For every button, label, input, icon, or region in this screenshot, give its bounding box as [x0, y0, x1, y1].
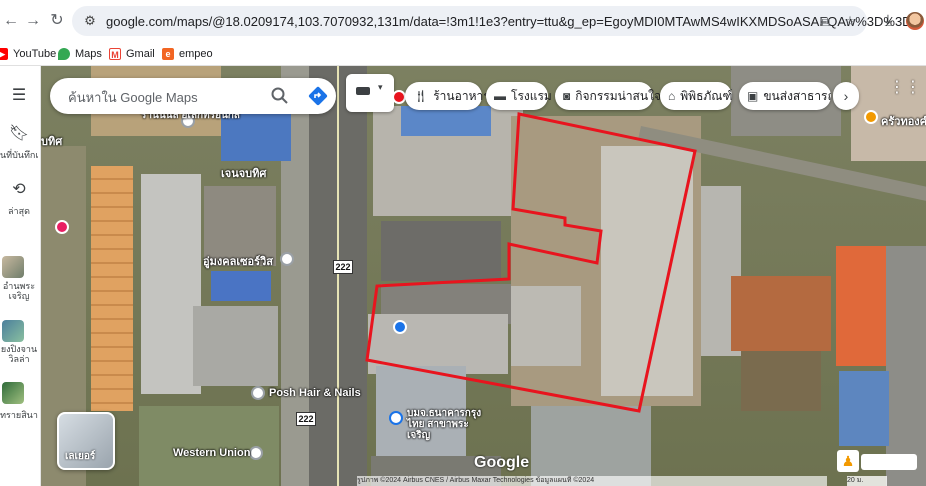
bookmark-empeo[interactable]: e empeo	[162, 46, 213, 62]
museum-icon: ⌂	[668, 89, 676, 103]
poi-label[interactable]: Posh Hair & Nails	[269, 387, 361, 399]
chip-label: กิจกรรมน่าสนใจ	[575, 88, 661, 103]
bookmark-label: Gmail	[126, 48, 155, 60]
chip-label: พิพิธภัณฑ์	[680, 88, 733, 103]
bookmark-maps[interactable]: Maps	[58, 46, 102, 62]
recent-place-label[interactable]: ทรายสินา	[0, 408, 38, 422]
google-logo: Google	[474, 454, 530, 471]
restaurant-icon: 🍴︎	[413, 89, 429, 103]
map-canvas[interactable]: ร้านนีนิล อิเล็กทรอนิกส์ เจนจบทิศ บทิศ อ…	[41, 66, 926, 486]
directions-icon[interactable]	[307, 85, 329, 107]
selected-place-marker[interactable]	[392, 90, 406, 104]
bookmark-icon[interactable]: 🔖︎	[7, 124, 31, 144]
camera-icon: ◙	[563, 89, 571, 103]
recent-place-label[interactable]: อำนพระเจริญ	[0, 281, 38, 301]
chevron-right-icon[interactable]: ›	[833, 82, 859, 110]
bookmark-label: Maps	[75, 48, 102, 60]
chip-label: ขนส่งสาธารณะ	[763, 88, 831, 103]
attribution: รูปภาพ ©2024 Airbus CNES / Airbus Maxar …	[357, 476, 827, 486]
browser-toolbar: ← → ↻ ⚙ google.com/maps/@18.0209174,103.…	[0, 0, 926, 43]
address-bar[interactable]: ⚙ google.com/maps/@18.0209174,103.707093…	[72, 6, 912, 36]
poi-marker[interactable]	[280, 252, 294, 266]
property-boundary	[365, 112, 697, 413]
bookmark-gmail[interactable]: M Gmail	[109, 46, 155, 62]
poi-label[interactable]: Western Union	[173, 447, 250, 459]
forward-arrow-icon[interactable]: →	[22, 10, 44, 32]
pegman-icon[interactable]: ♟	[837, 450, 859, 472]
search-box[interactable]	[50, 78, 336, 114]
bookmark-label: YouTube	[13, 48, 57, 60]
back-arrow-icon[interactable]: ←	[0, 10, 22, 32]
install-app-icon[interactable]: ⧉	[816, 12, 834, 30]
chip-museums[interactable]: ⌂ พิพิธภัณฑ์	[660, 82, 732, 110]
recent-place-thumb[interactable]	[2, 382, 24, 404]
map-type-toggle[interactable]: ▾	[346, 74, 394, 112]
reload-icon[interactable]: ↻	[46, 10, 68, 32]
saved-label[interactable]: นที่บันทึกแล้ว	[0, 148, 38, 162]
layers-label: เลเยอร์	[65, 451, 96, 462]
hotel-icon: ▬	[494, 89, 506, 103]
road-shield-222: 222	[333, 260, 353, 274]
bookmark-star-icon[interactable]: ☆	[841, 12, 859, 30]
transit-icon: ▣	[747, 89, 759, 103]
poi-label[interactable]: บทิศ	[41, 132, 62, 150]
lock-marker-icon[interactable]	[393, 320, 407, 334]
road-shield-222: 222	[296, 412, 316, 426]
poi-label[interactable]: บมจ.ธนาคารกรุงไทย สาขาพระเจริญ	[407, 408, 487, 441]
shop-marker-icon[interactable]	[55, 220, 69, 234]
restaurant-marker[interactable]	[864, 110, 878, 124]
imagery-preview[interactable]	[861, 454, 917, 470]
menu-icon[interactable]: ☰	[7, 86, 31, 106]
chip-label: ร้านอาหาร	[433, 88, 490, 103]
empeo-icon: e	[162, 48, 174, 60]
chip-hotels[interactable]: ▬ โรงแรม	[486, 82, 552, 110]
youtube-icon: ▶	[0, 48, 8, 60]
url-text[interactable]: google.com/maps/@18.0209174,103.7070932,…	[106, 14, 912, 29]
chip-things-to-do[interactable]: ◙ กิจกรรมน่าสนใจ	[555, 82, 661, 110]
bookmarks-bar: ▶ YouTube Maps M Gmail e empeo	[0, 43, 926, 66]
poi-marker[interactable]	[251, 386, 265, 400]
profile-avatar[interactable]	[906, 12, 924, 30]
search-icon[interactable]	[270, 86, 290, 106]
bookmark-label: empeo	[179, 48, 213, 60]
chip-label: โรงแรม	[511, 88, 552, 103]
bank-marker[interactable]	[389, 411, 403, 425]
bookmark-youtube[interactable]: ▶ YouTube	[0, 46, 56, 62]
poi-label[interactable]: ครัวทองคำ	[881, 112, 926, 130]
gmail-icon: M	[109, 48, 121, 60]
maps-side-rail: ☰ 🔖︎ นที่บันทึกแล้ว ⟲ ล่าสุด อำนพระเจริญ…	[0, 66, 41, 486]
search-input[interactable]	[66, 87, 260, 107]
apps-grid-icon[interactable]: ⋮⋮	[889, 78, 921, 98]
recent-place-thumb[interactable]	[2, 256, 24, 278]
recent-label[interactable]: ล่าสุด	[0, 204, 38, 218]
recent-place-label[interactable]: ยงปิงจานวิลล่า	[0, 344, 38, 364]
recent-place-thumb[interactable]	[2, 320, 24, 342]
download-icon[interactable]: ⤓	[878, 11, 898, 31]
keyboard-icon	[356, 87, 370, 95]
layers-button[interactable]: เลเยอร์	[57, 412, 115, 470]
poi-label[interactable]: เจนจบทิศ	[221, 164, 266, 182]
history-icon[interactable]: ⟲	[7, 180, 31, 200]
site-settings-icon[interactable]: ⚙	[82, 13, 98, 29]
poi-label[interactable]: อู่มงคลเซอร์วิส	[203, 252, 273, 270]
chevron-down-icon: ▾	[378, 82, 383, 92]
chip-transit[interactable]: ▣ ขนส่งสาธารณะ	[739, 82, 831, 110]
scale-bar[interactable]: 20 ม.	[847, 476, 887, 486]
maps-pin-icon	[58, 48, 70, 60]
chip-restaurants[interactable]: 🍴︎ ร้านอาหาร	[405, 82, 490, 110]
poi-marker[interactable]	[249, 446, 263, 460]
